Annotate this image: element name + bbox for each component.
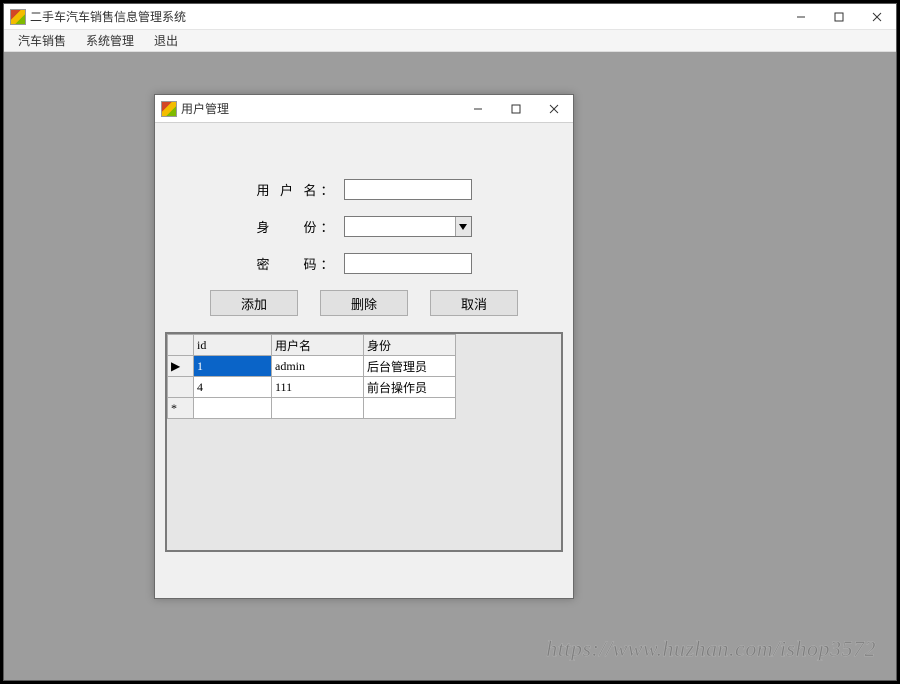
grid-new-row[interactable]: *: [168, 398, 456, 419]
chevron-down-icon: [455, 217, 471, 236]
app-icon: [10, 9, 26, 25]
combo-role[interactable]: [344, 216, 472, 237]
grid-cell-user[interactable]: admin: [272, 356, 364, 377]
row-username: 用户名 ：: [179, 179, 549, 200]
label-password: 密 码: [256, 254, 316, 273]
grid-rowheader-blank: [168, 335, 194, 356]
main-title: 二手车汽车销售信息管理系统: [30, 8, 782, 25]
grid-header-row: id 用户名 身份: [168, 335, 456, 356]
grid-cell-role[interactable]: [364, 398, 456, 419]
minimize-button[interactable]: [782, 4, 820, 29]
delete-button[interactable]: 删除: [320, 290, 408, 316]
grid-row-indicator: ▶: [168, 356, 194, 377]
form-area: 用户名 ： 身 份 ： 密 码 ：: [155, 123, 573, 332]
label-username: 用户名: [256, 180, 316, 199]
menu-exit[interactable]: 退出: [144, 30, 188, 51]
grid-row[interactable]: ▶ 1 admin 后台管理员: [168, 356, 456, 377]
main-titlebar: 二手车汽车销售信息管理系统: [4, 4, 896, 30]
data-grid[interactable]: id 用户名 身份 ▶ 1 admin 后台管理员: [165, 332, 563, 552]
dialog-maximize-button[interactable]: [497, 95, 535, 122]
grid-col-user[interactable]: 用户名: [272, 335, 364, 356]
grid-row-indicator-new: *: [168, 398, 194, 419]
row-password: 密 码 ：: [179, 253, 549, 274]
input-password[interactable]: [344, 253, 472, 274]
menu-system[interactable]: 系统管理: [76, 30, 144, 51]
dialog-icon: [161, 101, 177, 117]
grid-cell-id[interactable]: 4: [194, 377, 272, 398]
grid-cell-role[interactable]: 后台管理员: [364, 356, 456, 377]
dialog-titlebar: 用户管理: [155, 95, 573, 123]
label-role: 身 份: [256, 217, 316, 236]
grid-col-id[interactable]: id: [194, 335, 272, 356]
dialog-title: 用户管理: [181, 100, 459, 117]
grid-row[interactable]: 4 111 前台操作员: [168, 377, 456, 398]
grid-col-role[interactable]: 身份: [364, 335, 456, 356]
menubar: 汽车销售 系统管理 退出: [4, 30, 896, 52]
main-window: 二手车汽车销售信息管理系统 汽车销售 系统管理 退出 用户管理: [3, 3, 897, 681]
close-button[interactable]: [858, 4, 896, 29]
add-button[interactable]: 添加: [210, 290, 298, 316]
grid-cell-user[interactable]: [272, 398, 364, 419]
dialog-window-controls: [459, 95, 573, 122]
grid-cell-id[interactable]: [194, 398, 272, 419]
menu-car-sales[interactable]: 汽车销售: [8, 30, 76, 51]
mdi-client-area: 用户管理 用户名 ：: [4, 52, 896, 680]
dialog-close-button[interactable]: [535, 95, 573, 122]
input-username[interactable]: [344, 179, 472, 200]
grid-cell-user[interactable]: 111: [272, 377, 364, 398]
grid-row-indicator: [168, 377, 194, 398]
row-role: 身 份 ：: [179, 216, 549, 237]
button-row: 添加 删除 取消: [179, 290, 549, 316]
watermark: https://www.huzhan.com/ishop3572: [546, 636, 876, 662]
user-management-dialog: 用户管理 用户名 ：: [154, 94, 574, 599]
grid-cell-id[interactable]: 1: [194, 356, 272, 377]
window-controls: [782, 4, 896, 29]
maximize-button[interactable]: [820, 4, 858, 29]
cancel-button[interactable]: 取消: [430, 290, 518, 316]
dialog-minimize-button[interactable]: [459, 95, 497, 122]
grid-cell-role[interactable]: 前台操作员: [364, 377, 456, 398]
